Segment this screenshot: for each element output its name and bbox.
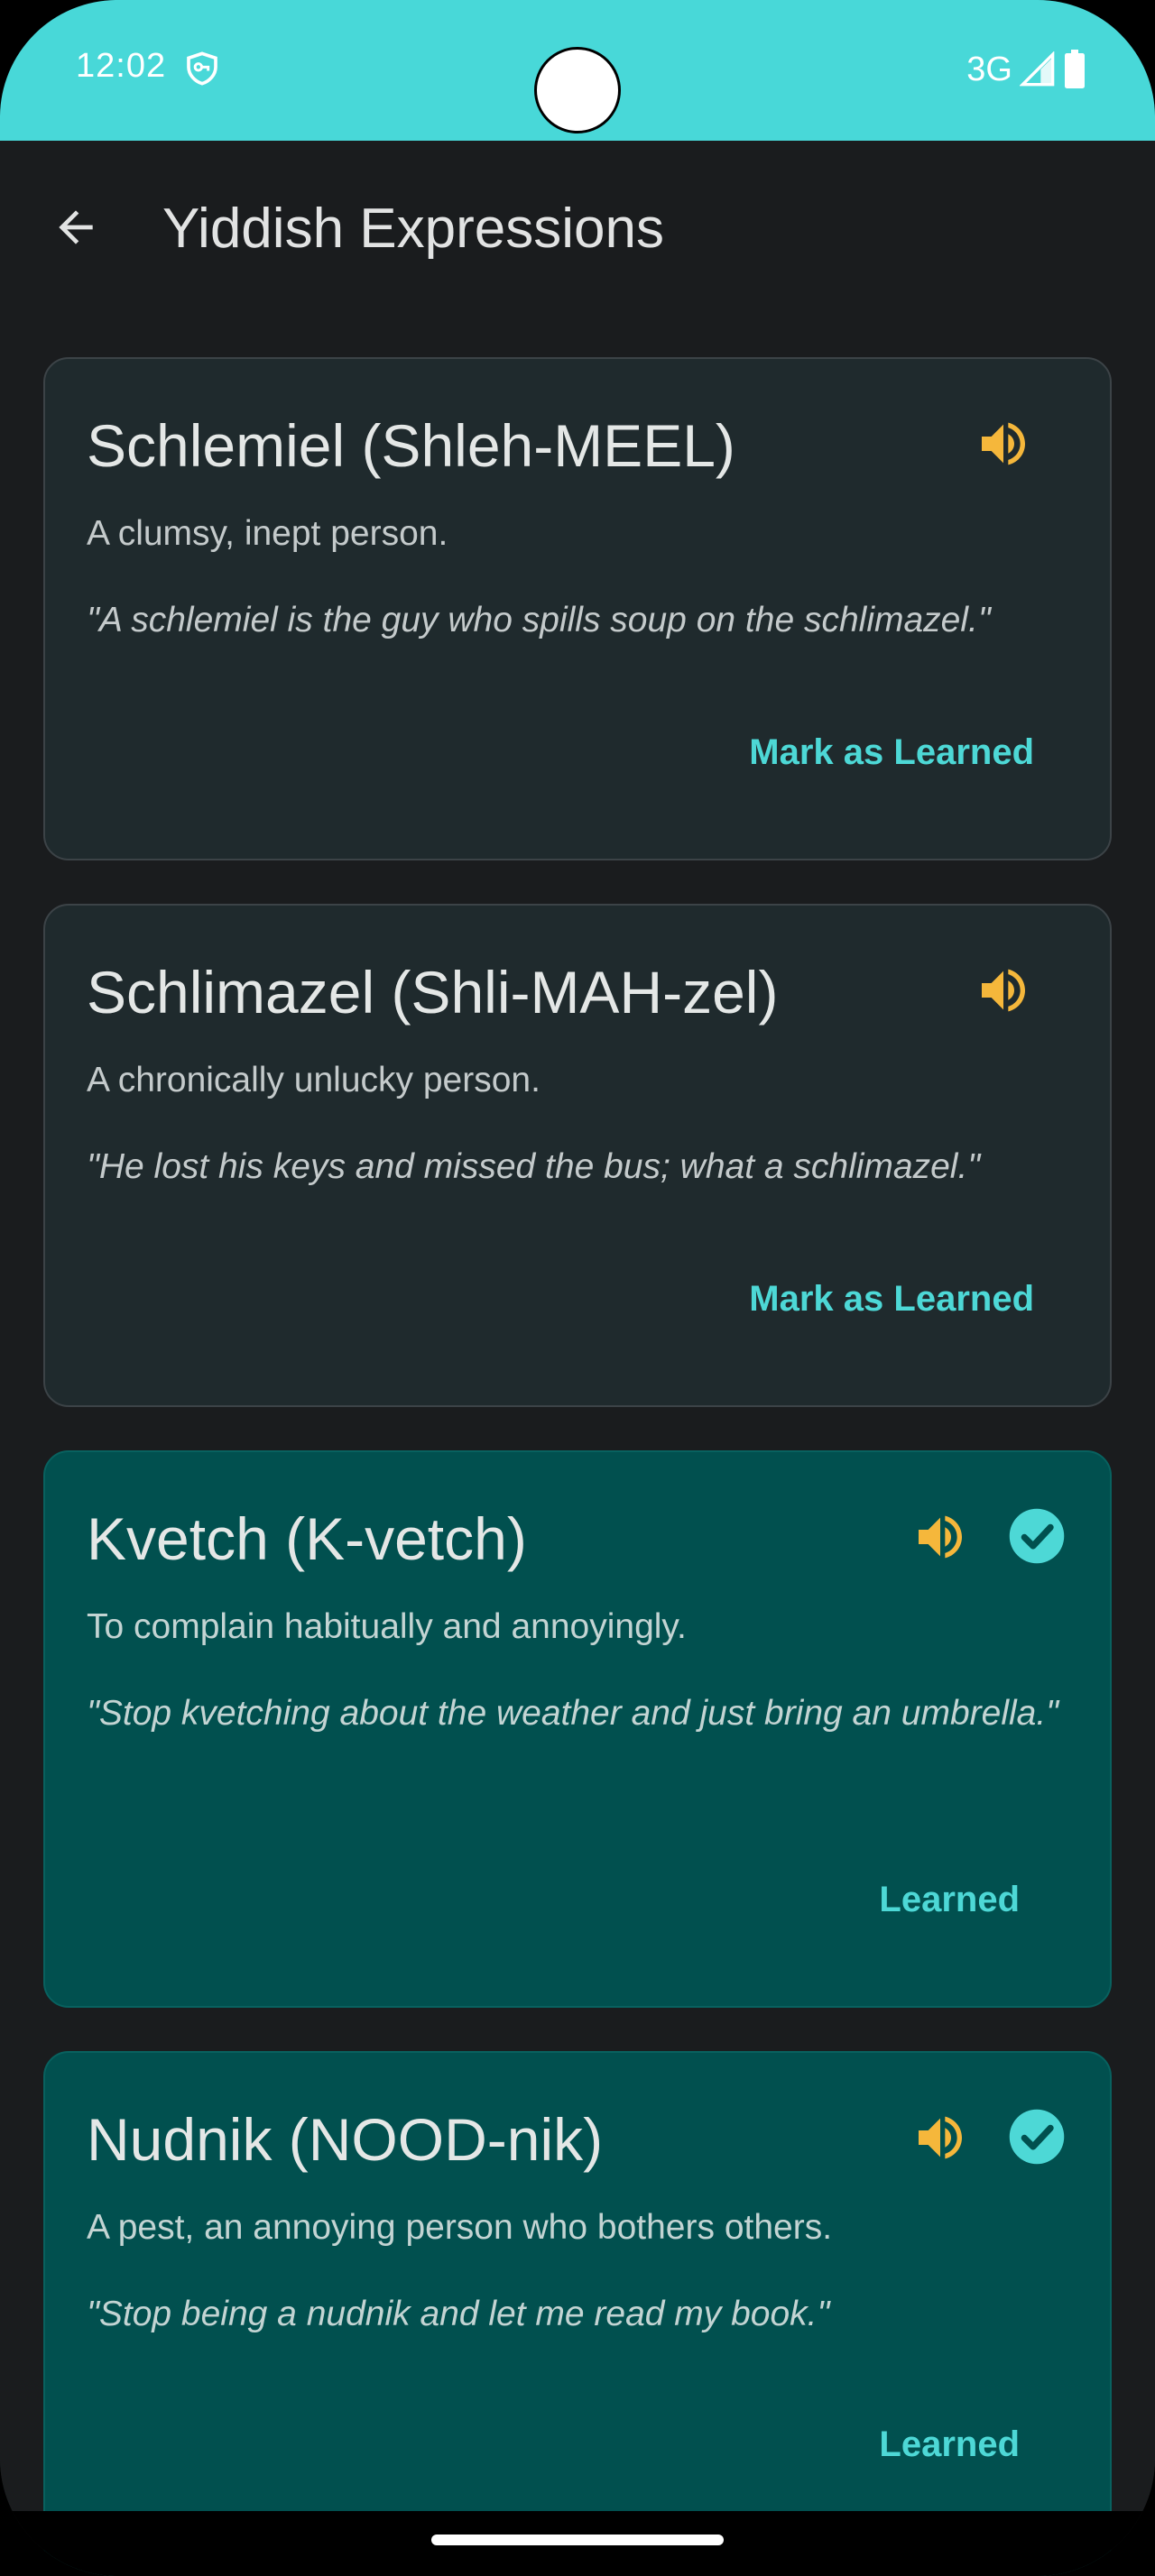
speaker-icon[interactable] bbox=[975, 961, 1032, 1019]
status-time: 12:02 bbox=[76, 47, 167, 85]
page-title: Yiddish Expressions bbox=[162, 198, 664, 260]
front-camera bbox=[534, 47, 621, 133]
arrow-back-icon bbox=[59, 210, 93, 244]
network-type: 3G bbox=[966, 50, 1012, 88]
expression-term: Nudnik (NOOD-nik) bbox=[87, 2106, 604, 2173]
top-app-bar: Yiddish Expressions bbox=[0, 141, 1155, 317]
expression-card: Schlimazel (Shli-MAH-zel) A chronically … bbox=[43, 904, 1112, 1407]
speaker-icon[interactable] bbox=[975, 415, 1032, 473]
expression-definition: A pest, an annoying person who bothers o… bbox=[87, 2208, 833, 2247]
speaker-icon[interactable] bbox=[911, 1508, 969, 1566]
expression-definition: A clumsy, inept person. bbox=[87, 514, 448, 553]
status-bar: 12:02 3G bbox=[0, 0, 1155, 141]
check-circle-icon[interactable] bbox=[1007, 1506, 1067, 1566]
speaker-icon[interactable] bbox=[911, 2109, 969, 2167]
expression-term: Schlemiel (Shleh-MEEL) bbox=[87, 412, 735, 479]
expression-example: "Stop being a nudnik and let me read my … bbox=[87, 2295, 830, 2333]
expression-example: "Stop kvetching about the weather and ju… bbox=[87, 1694, 1059, 1733]
back-button[interactable] bbox=[40, 191, 112, 263]
check-circle-icon[interactable] bbox=[1007, 2107, 1067, 2167]
home-indicator[interactable] bbox=[431, 2535, 724, 2545]
expression-card-learned: Nudnik (NOOD-nik) A pest, an annoying pe… bbox=[43, 2051, 1112, 2576]
expression-term: Kvetch (K-vetch) bbox=[87, 1505, 527, 1572]
battery-icon bbox=[1065, 50, 1085, 88]
mark-learned-button[interactable]: Mark as Learned bbox=[749, 1279, 1034, 1320]
mark-learned-button[interactable]: Mark as Learned bbox=[749, 732, 1034, 773]
expression-definition: A chronically unlucky person. bbox=[87, 1061, 541, 1099]
app-content: Yiddish Expressions Schlemiel (Shleh-MEE… bbox=[0, 141, 1155, 2576]
expression-example: "A schlemiel is the guy who spills soup … bbox=[87, 601, 991, 639]
learned-button[interactable]: Learned bbox=[879, 1880, 1020, 1920]
expression-definition: To complain habitually and annoyingly. bbox=[87, 1607, 687, 1646]
vpn-key-icon bbox=[187, 51, 217, 86]
status-indicators: 3G bbox=[966, 47, 1086, 92]
expression-example: "He lost his keys and missed the bus; wh… bbox=[87, 1147, 981, 1186]
expression-card: Schlemiel (Shleh-MEEL) A clumsy, inept p… bbox=[43, 357, 1112, 860]
device-screen: 12:02 3G Yiddish Expressions Schlemiel (… bbox=[0, 0, 1155, 2576]
signal-icon bbox=[1020, 51, 1055, 87]
expression-term: Schlimazel (Shli-MAH-zel) bbox=[87, 959, 779, 1026]
learned-button[interactable]: Learned bbox=[879, 2424, 1020, 2465]
expression-card-learned: Kvetch (K-vetch) To complain habitually … bbox=[43, 1450, 1112, 2008]
